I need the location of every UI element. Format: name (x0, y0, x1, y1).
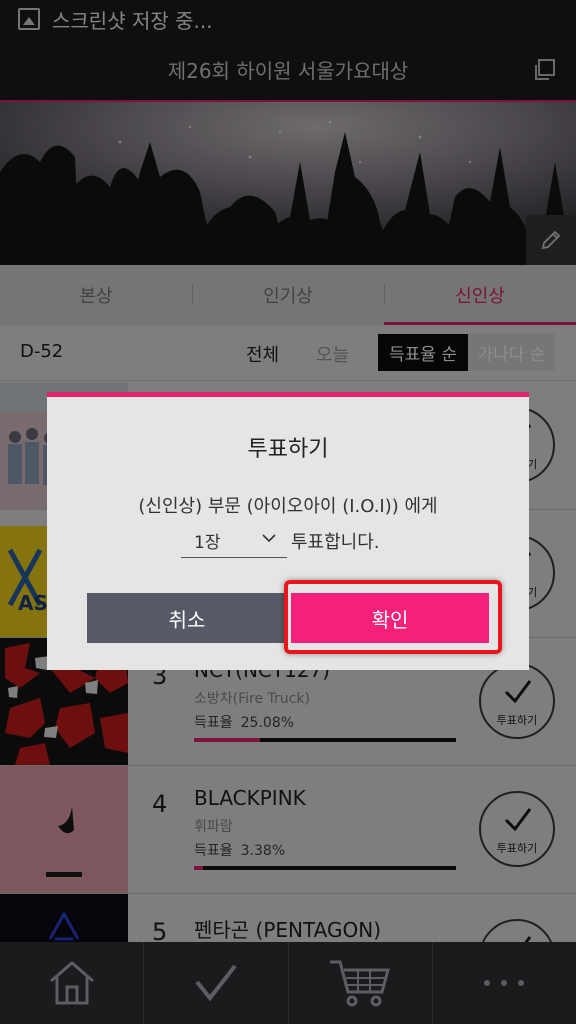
bottom-nav (0, 942, 576, 1024)
chevron-down-icon (262, 534, 276, 543)
check-icon (195, 964, 237, 1002)
quantity-select[interactable]: 1장 (181, 526, 287, 558)
quantity-value: 1장 (194, 533, 221, 553)
nav-vote[interactable] (143, 942, 287, 1024)
cancel-button[interactable]: 취소 (87, 593, 287, 643)
cart-icon (330, 960, 391, 1007)
dialog-message: (신인상) 부문 (아이오아이 (I.O.I)) 에게 (138, 496, 438, 517)
more-icon (484, 980, 525, 986)
home-icon (49, 961, 94, 1005)
dialog-suffix: 투표합니다. (291, 532, 380, 553)
nav-cart[interactable] (287, 942, 432, 1024)
nav-more[interactable] (431, 942, 576, 1024)
nav-home[interactable] (0, 942, 143, 1024)
dialog-title: 투표하기 (247, 437, 329, 462)
highlight-box (284, 580, 502, 654)
